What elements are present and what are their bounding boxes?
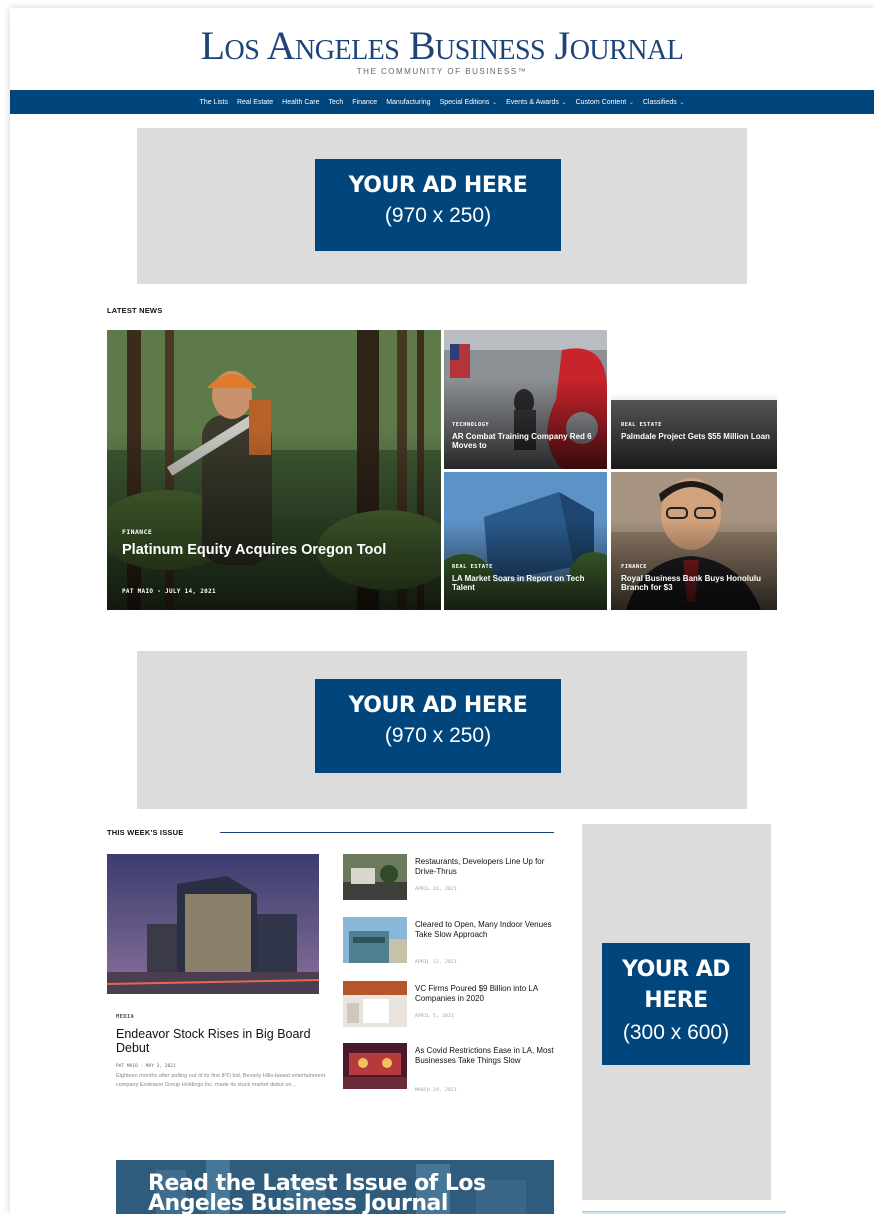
tile-category: REAL ESTATE bbox=[621, 422, 662, 428]
site-logo[interactable]: Los Angeles Business Journal bbox=[10, 22, 874, 69]
top-ad-slot[interactable]: YOUR AD HERE (970 x 250) bbox=[137, 128, 747, 284]
ad-placeholder: YOUR AD HERE (300 x 600) bbox=[602, 943, 750, 1065]
ad-size: (970 x 250) bbox=[384, 724, 492, 747]
masthead: Los Angeles Business Journal THE COMMUNI… bbox=[10, 8, 874, 90]
chevron-down-icon: ⌄ bbox=[627, 99, 634, 106]
latest-news-tile[interactable]: TECHNOLOGY AR Combat Training Company Re… bbox=[444, 330, 607, 469]
issue-item-title[interactable]: As Covid Restrictions Ease in LA, Most B… bbox=[415, 1046, 557, 1066]
tile-shade bbox=[611, 392, 777, 469]
page-frame: Los Angeles Business Journal THE COMMUNI… bbox=[10, 8, 874, 1214]
nav-item-real-estate[interactable]: Real Estate bbox=[237, 99, 273, 106]
feature-category: MEDIA bbox=[116, 1014, 135, 1020]
section-divider bbox=[220, 832, 554, 833]
ad-title: HERE bbox=[644, 987, 708, 1013]
tile-title[interactable]: Palmdale Project Gets $55 Million Loan bbox=[621, 432, 771, 441]
issue-thumb bbox=[343, 854, 407, 900]
feature-meta: PAT MAIO - MAY 3, 2021 bbox=[116, 1064, 176, 1069]
latest-news-tile[interactable]: FINANCE Royal Business Bank Buys Honolul… bbox=[611, 472, 777, 610]
ad-placeholder: YOUR AD HERE (970 x 250) bbox=[315, 159, 561, 251]
main-nav: The Lists Real Estate Health Care Tech F… bbox=[10, 90, 874, 114]
ad-size: (970 x 250) bbox=[384, 204, 492, 227]
nav-item-health-care[interactable]: Health Care bbox=[282, 99, 319, 106]
chevron-down-icon: ⌄ bbox=[490, 99, 498, 106]
tile-title[interactable]: Royal Business Bank Buys Honolulu Branch… bbox=[621, 574, 771, 592]
ad-placeholder: YOUR AD HERE (970 x 250) bbox=[315, 679, 561, 773]
issue-item-date: APRIL 5, 2021 bbox=[415, 1014, 455, 1019]
ad-title: YOUR AD HERE bbox=[348, 173, 528, 198]
tile-title[interactable]: LA Market Soars in Report on Tech Talent bbox=[452, 574, 602, 592]
latest-news-tile[interactable]: REAL ESTATE Palmdale Project Gets $55 Mi… bbox=[611, 330, 777, 469]
tile-title[interactable]: Platinum Equity Acquires Oregon Tool bbox=[122, 542, 412, 559]
tile-title[interactable]: AR Combat Training Company Red 6 Moves t… bbox=[452, 432, 602, 450]
nav-item-the-lists[interactable]: The Lists bbox=[200, 99, 228, 106]
issue-item-title[interactable]: Cleared to Open, Many Indoor Venues Take… bbox=[415, 920, 557, 940]
issue-thumb bbox=[343, 1043, 407, 1089]
chevron-down-icon: ⌄ bbox=[677, 99, 685, 106]
issue-item-title[interactable]: VC Firms Poured $9 Billion into LA Compa… bbox=[415, 984, 557, 1004]
tile-meta: PAT MAIO - JULY 14, 2021 bbox=[122, 588, 216, 595]
nav-item-events-awards[interactable]: Events & Awards ⌄ bbox=[506, 99, 567, 106]
issue-list-item[interactable]: As Covid Restrictions Ease in LA, Most B… bbox=[343, 1043, 558, 1103]
middle-ad-slot[interactable]: YOUR AD HERE (970 x 250) bbox=[137, 651, 747, 809]
feature-excerpt: Eighteen months after pulling out of its… bbox=[116, 1073, 326, 1088]
latest-news-main-tile[interactable]: FINANCE Platinum Equity Acquires Oregon … bbox=[107, 330, 441, 610]
tile-category: TECHNOLOGY bbox=[452, 422, 490, 428]
nav-item-manufacturing[interactable]: Manufacturing bbox=[386, 99, 430, 106]
tile-category: REAL ESTATE bbox=[452, 564, 493, 570]
chevron-down-icon: ⌄ bbox=[559, 99, 567, 106]
this-weeks-issue-heading: THIS WEEK'S ISSUE bbox=[107, 828, 184, 837]
issue-item-date: MARCH 29, 2021 bbox=[415, 1088, 458, 1093]
tile-category: FINANCE bbox=[621, 564, 647, 570]
tile-category: FINANCE bbox=[122, 528, 153, 536]
latest-news-heading: LATEST NEWS bbox=[107, 306, 163, 315]
feature-title[interactable]: Endeavor Stock Rises in Big Board Debut bbox=[116, 1027, 326, 1056]
issue-list-item[interactable]: VC Firms Poured $9 Billion into LA Compa… bbox=[343, 981, 558, 1031]
ad-title: YOUR AD bbox=[621, 957, 731, 982]
issue-thumb bbox=[343, 917, 407, 963]
issue-item-date: APRIL 26, 2021 bbox=[415, 887, 458, 892]
tile-shade bbox=[107, 428, 441, 610]
issue-list-item[interactable]: Cleared to Open, Many Indoor Venues Take… bbox=[343, 917, 558, 975]
sidebar-ad-slot[interactable]: YOUR AD HERE (300 x 600) bbox=[582, 824, 771, 1200]
hotel-tower-photo bbox=[107, 854, 319, 994]
ad-size: (300 x 600) bbox=[622, 1020, 730, 1044]
site-tagline: THE COMMUNITY OF BUSINESS™ bbox=[356, 67, 528, 76]
nav-item-finance[interactable]: Finance bbox=[352, 99, 377, 106]
issue-list-item[interactable]: Restaurants, Developers Line Up for Driv… bbox=[343, 854, 558, 904]
feature-image[interactable] bbox=[107, 854, 319, 994]
nav-item-custom-content[interactable]: Custom Content ⌄ bbox=[576, 99, 634, 106]
nav-item-tech[interactable]: Tech bbox=[329, 99, 344, 106]
ad-title: YOUR AD HERE bbox=[348, 693, 528, 718]
issue-item-title[interactable]: Restaurants, Developers Line Up for Driv… bbox=[415, 857, 557, 877]
issue-thumb bbox=[343, 981, 407, 1027]
latest-issue-promo[interactable]: Read the Latest Issue of Los Angeles Bus… bbox=[116, 1160, 554, 1214]
latest-news-tile[interactable]: REAL ESTATE LA Market Soars in Report on… bbox=[444, 472, 607, 610]
issue-item-date: APRIL 12, 2021 bbox=[415, 960, 458, 965]
nav-item-special-editions[interactable]: Special Editions ⌄ bbox=[440, 99, 498, 106]
nav-item-classifieds[interactable]: Classifieds ⌄ bbox=[643, 99, 685, 106]
promo-headline[interactable]: Read the Latest Issue of Los Angeles Bus… bbox=[148, 1173, 528, 1214]
